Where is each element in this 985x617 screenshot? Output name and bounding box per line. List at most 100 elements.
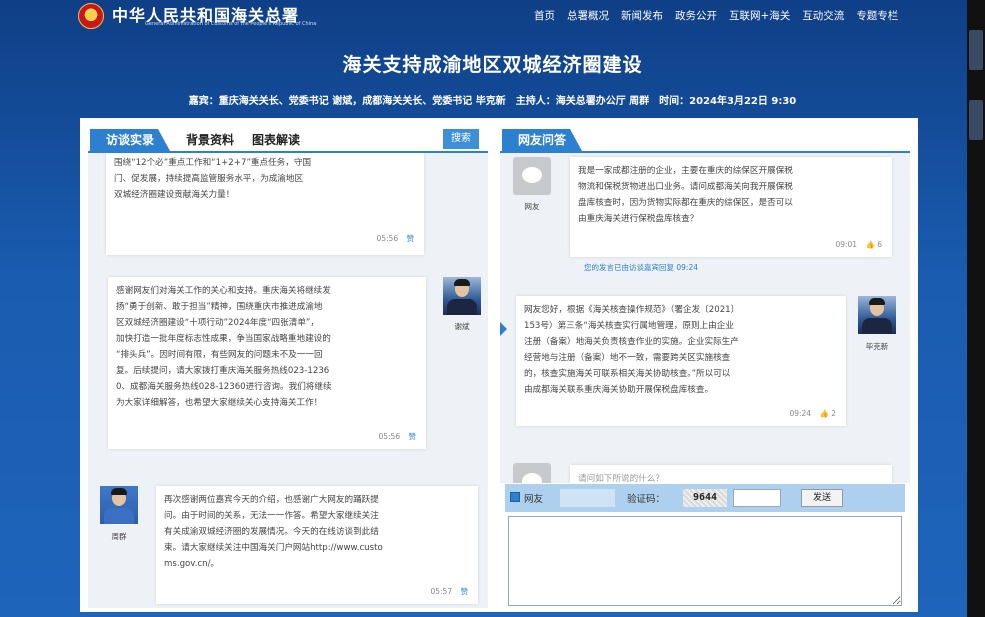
question-line: 由重庆海关进行保税盘库核查？ — [578, 214, 699, 224]
avatar-suit — [447, 299, 477, 315]
message-time: 05:57 — [430, 587, 453, 596]
nav-item-affairs[interactable]: 政务公开 — [675, 8, 717, 23]
customs-emblem-icon[interactable] — [78, 3, 104, 29]
reply-notice: 您的发言已由访谈嘉宾回复 09:24 — [584, 263, 698, 272]
message-line: 复。后续提问，请大家拨打重庆海关服务热线023-1236 — [116, 366, 330, 376]
nav-item-special[interactable]: 专题专栏 — [856, 8, 898, 23]
chat-bubble-icon — [522, 167, 542, 183]
message-line: 加快打造一批年度标志性成果，争当国家战略重地建设的 — [116, 334, 331, 344]
like-icon[interactable]: 👍 — [819, 409, 828, 418]
captcha-label: 验证码： — [627, 494, 666, 505]
transcript-feed[interactable]: 围绕“12个必”重点工作和“1+2+7”重点任务，守国 门、促发展，持续提高监管… — [88, 153, 488, 608]
avatar-hair — [111, 488, 127, 495]
answer-meta: 09:24 👍 2 — [789, 406, 836, 422]
nav-item-interaction[interactable]: 互动交流 — [802, 8, 844, 23]
avatar-suit — [104, 508, 134, 524]
question-bubble: 我是一家成都注册的企业，主要在重庆的综保区开展保税 物流和保税货物进出口业务。请… — [570, 157, 892, 257]
tab-transcript[interactable]: 访谈实录 — [90, 129, 170, 151]
speaker-avatar — [858, 296, 896, 334]
answer-line: 网友您好，根据《海关核查操作规范》（署企发〔2021〕 — [524, 305, 740, 315]
transcript-tabs: 访谈实录 背景资料 图表解读 搜索 — [88, 126, 488, 153]
avatar-hair — [869, 298, 885, 305]
qa-feed[interactable]: 网友 我是一家成都注册的企业，主要在重庆的综保区开展保税 物流和保税货物进出口业… — [500, 153, 910, 483]
transcript-column: 访谈实录 背景资料 图表解读 搜索 围绕“12个必”重点工作和“1+2+7”重点… — [88, 126, 488, 608]
captcha-image[interactable]: 9644 — [683, 489, 727, 507]
message-line: 有关成渝双城经济圈的发展情况。今天的在线访谈到此结 — [164, 527, 379, 537]
like-button[interactable]: 赞 — [407, 234, 415, 243]
netizen-name: 网友 — [524, 202, 540, 211]
message-line: 扬“勇于创新、敢于担当”精神，围绕重庆市推进成渝地 — [116, 302, 323, 312]
question-line: 请问如下所说的什么？ — [578, 474, 664, 483]
message-meta: 05:57 赞 — [430, 584, 468, 600]
like-button[interactable]: 赞 — [409, 432, 417, 441]
send-button[interactable]: 发送 — [801, 489, 843, 507]
nickname-input[interactable] — [560, 489, 615, 507]
answer-line: 的，核查实施海关可联系相关海关协助核查。”所以可以 — [524, 369, 731, 379]
message-line: 再次感谢两位嘉宾今天的介绍，也感谢广大网友的踊跃提 — [164, 495, 379, 505]
message-line: 双城经济圈建设贡献海关力量！ — [114, 190, 235, 200]
netizen-label: 网友 — [524, 494, 544, 505]
tab-netizen-qa[interactable]: 网友问答 — [502, 129, 582, 151]
message-line: 区双城经济圈建设“十项行动”2024年度“四张清单”， — [116, 318, 319, 328]
message-time: 05:56 — [376, 234, 399, 243]
message-line: 门、促发展，持续提高监管服务水平，为成渝地区 — [114, 174, 304, 184]
question-line: 我是一家成都注册的企业，主要在重庆的综保区开展保税 — [578, 166, 793, 176]
message-bubble: 感谢网友们对海关工作的关心和支持。重庆海关将继续发 扬“勇于创新、敢于担当”精神… — [108, 277, 426, 449]
nav-item-home[interactable]: 首页 — [534, 8, 555, 23]
nav-item-internet-customs[interactable]: 互联网+海关 — [729, 8, 790, 23]
message-line: 围绕“12个必”重点工作和“1+2+7”重点任务，守国 — [114, 158, 312, 168]
nav-item-news[interactable]: 新闻发布 — [621, 8, 663, 23]
answer-bubble: 网友您好，根据《海关核查操作规范》（署企发〔2021〕 153号）第三条“海关核… — [516, 296, 846, 426]
top-bar: 中华人民共和国海关总署 General Administration of Cu… — [0, 0, 985, 30]
like-count: 6 — [877, 240, 882, 249]
speaker-name: 谢斌 — [454, 322, 470, 331]
question-line: 物流和保税货物进出口业务。请问成都海关向我开展保税 — [578, 182, 793, 192]
answer-pointer-icon — [500, 322, 507, 336]
question-meta: 09:01 👍 6 — [835, 237, 882, 253]
message-line: 问。由于时间的关系，无法一一作答。希望大家继续关注 — [164, 511, 379, 521]
like-button[interactable]: 赞 — [461, 587, 469, 596]
tab-charts[interactable]: 图表解读 — [252, 131, 300, 148]
question-time: 09:01 — [835, 240, 858, 249]
message-time: 05:56 — [378, 432, 401, 441]
main-nav: 首页 总署概况 新闻发布 政务公开 互联网+海关 互动交流 专题专栏 — [534, 8, 898, 23]
speaker-name: 毕克新 — [865, 342, 889, 351]
message-bubble: 再次感谢两位嘉宾今天的介绍，也感谢广大网友的踊跃提 问。由于时间的关系，无法一一… — [156, 486, 478, 604]
nav-item-overview[interactable]: 总署概况 — [567, 8, 609, 23]
netizen-avatar — [513, 463, 551, 483]
search-button[interactable]: 搜索 — [443, 129, 479, 149]
message-bubble: 围绕“12个必”重点工作和“1+2+7”重点任务，守国 门、促发展，持续提高监管… — [106, 153, 424, 255]
like-count: 2 — [831, 409, 836, 418]
speaker-avatar — [443, 277, 481, 315]
anonymous-checkbox[interactable] — [510, 492, 520, 502]
chat-bubble-icon — [522, 473, 542, 483]
avatar-hair — [454, 279, 470, 286]
netizen-avatar — [513, 157, 551, 195]
answer-line: 153号）第三条“海关核查实行属地管理，原则上由企业 — [524, 321, 734, 331]
message-line: 0、成都海关服务热线028-12360进行咨询。我们将继续 — [116, 382, 332, 392]
answer-line: 注册（备案）地海关负责核查作业的实施。企业实际生产 — [524, 337, 739, 347]
captcha-input[interactable] — [733, 489, 781, 507]
message-meta: 05:56 赞 — [376, 231, 414, 247]
answer-line: 由成都海关联系重庆海关协助开展保税盘库核查。 — [524, 385, 714, 395]
host-name: 周群 — [111, 532, 127, 541]
question-line: 盘库核查时，因为货物实际都在重庆的综保区，是否可以 — [578, 198, 793, 208]
message-line: “排头兵”。因时间有限，有些网友的问题未不及一一回 — [116, 350, 323, 360]
page-title: 海关支持成渝地区双城经济圈建设 — [342, 54, 643, 76]
ask-form-bar: 网友 验证码： 9644 发送 — [505, 484, 905, 512]
message-line: 感谢网友们对海关工作的关心和支持。重庆海关将继续发 — [116, 286, 331, 296]
message-line: 束。请大家继续关注中国海关门户网站http://www.custo — [164, 543, 383, 553]
site-subtitle: General Administration of Customs of the… — [145, 21, 317, 27]
avatar-suit — [862, 318, 892, 334]
like-icon[interactable]: 👍 — [865, 240, 874, 249]
tab-background[interactable]: 背景资料 — [186, 131, 234, 148]
host-avatar — [100, 486, 138, 524]
question-bubble-preview: 请问如下所说的什么？ — [570, 465, 892, 483]
message-line: ms.gov.cn/。 — [164, 559, 220, 569]
guests-info: 嘉宾：重庆海关关长、党委书记 谢斌，成都海关关长、党委书记 毕克新 主持人：海关… — [188, 96, 797, 107]
answer-time: 09:24 — [789, 409, 812, 418]
message-meta: 05:56 赞 — [378, 429, 416, 445]
message-line: 为大家详细解答，也希望大家继续关心支持海关工作！ — [116, 398, 323, 408]
answer-line: 经营地与注册（备案）地不一致，需要跨关区实施核查 — [524, 353, 731, 363]
question-textarea[interactable] — [508, 516, 902, 606]
